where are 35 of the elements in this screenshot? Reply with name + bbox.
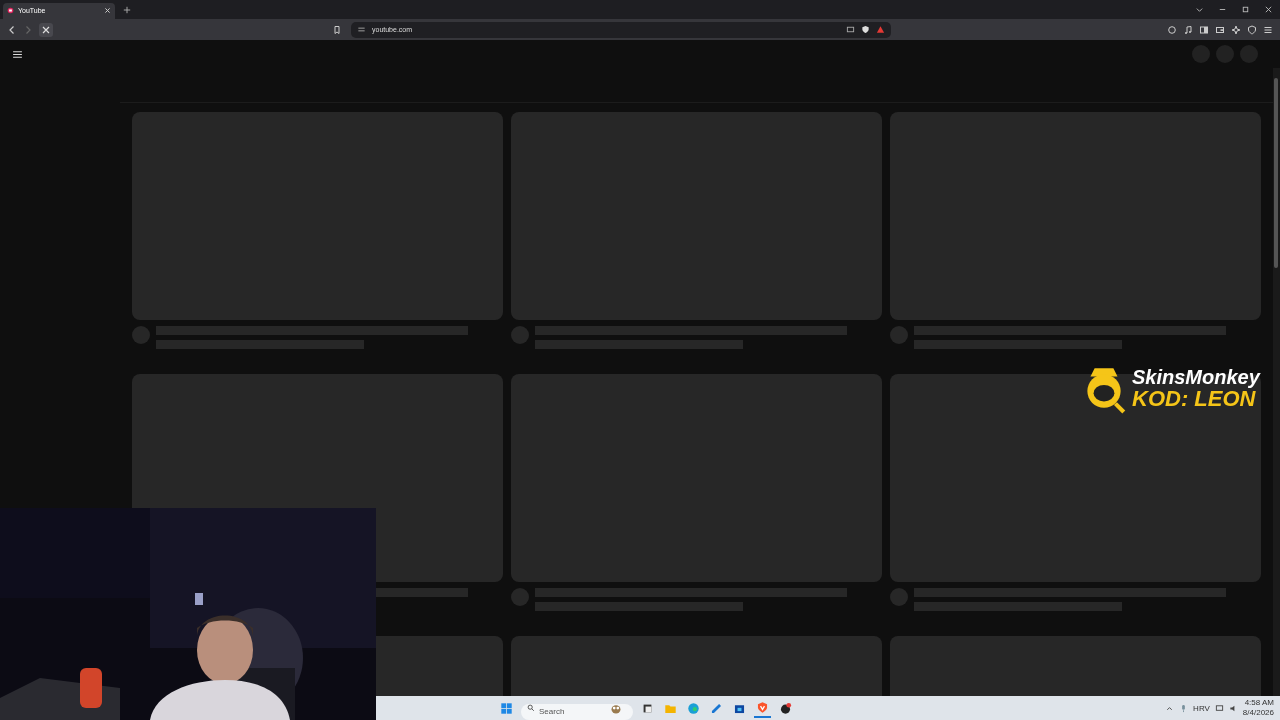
sidebar-icon[interactable] (1199, 24, 1209, 35)
new-tab-icon[interactable] (123, 5, 131, 14)
cast-icon[interactable] (846, 25, 855, 34)
avatar-placeholder (511, 326, 529, 344)
avatar-placeholder (890, 588, 908, 606)
avatar-placeholder (890, 326, 908, 344)
scrollbar[interactable] (1273, 68, 1280, 696)
search-icon (527, 704, 535, 712)
clock-date[interactable]: 8/4/2026 (1242, 708, 1274, 718)
brand-name: SkinsMonkey (1132, 366, 1260, 388)
menu-icon[interactable] (12, 48, 23, 60)
triangle-icon[interactable] (876, 25, 885, 34)
monitor-icon[interactable] (1214, 703, 1224, 713)
tab-favicon-icon (7, 7, 14, 14)
site-settings-icon[interactable] (357, 25, 366, 34)
shield-icon[interactable] (1247, 24, 1257, 35)
restore-icon[interactable] (1241, 5, 1250, 14)
clock-time[interactable]: 4:58 AM (1244, 698, 1274, 708)
bookmark-icon[interactable] (332, 24, 342, 35)
close-icon[interactable] (1264, 5, 1273, 14)
shield-icon[interactable] (861, 25, 870, 34)
menu-icon[interactable] (1263, 24, 1273, 35)
avatar-placeholder (132, 326, 150, 344)
back-icon[interactable] (7, 24, 17, 35)
wallet-icon[interactable] (1215, 24, 1225, 35)
close-tab-icon[interactable] (104, 7, 111, 14)
sparkle-icon[interactable] (1231, 24, 1241, 35)
scrollbar-thumb[interactable] (1274, 78, 1278, 268)
tab-list-icon[interactable] (1195, 5, 1204, 14)
music-icon[interactable] (1183, 24, 1193, 35)
search-field[interactable]: Search (521, 703, 633, 720)
avatar-placeholder (511, 588, 529, 606)
stop-loading-icon[interactable] (39, 22, 53, 37)
language-indicator[interactable]: HRV (1193, 703, 1210, 713)
promo-code: KOD: LEON (1132, 388, 1256, 410)
